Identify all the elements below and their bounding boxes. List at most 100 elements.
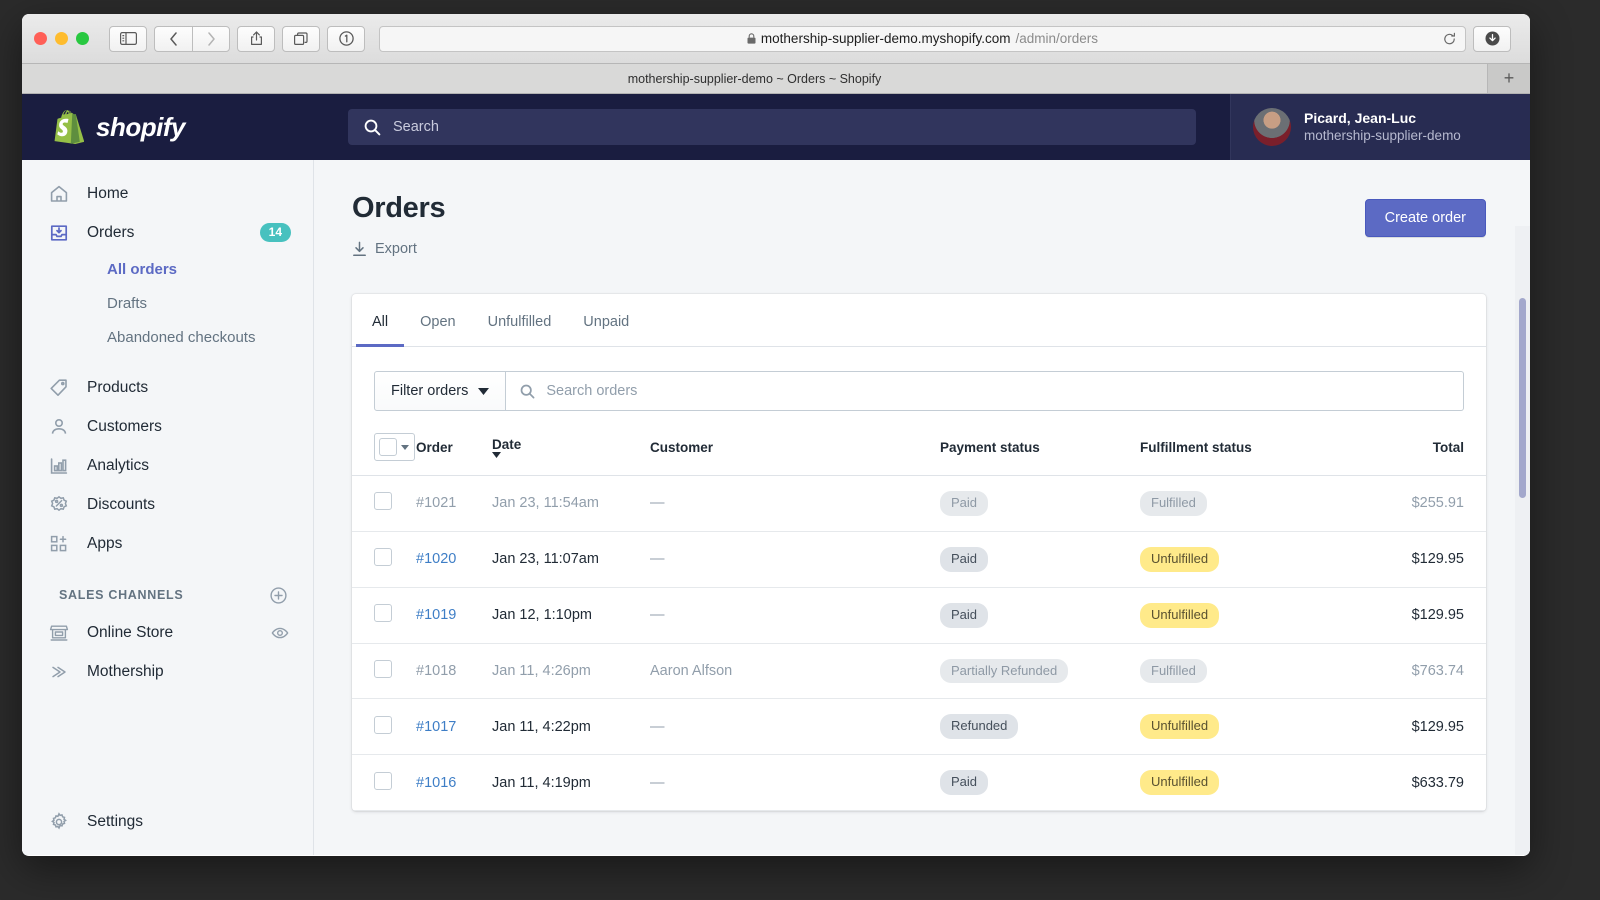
row-checkbox[interactable]: [374, 492, 392, 511]
cell-total: $129.95: [1340, 531, 1486, 588]
table-row[interactable]: #1016 Jan 11, 4:19pm — Paid Unfulfilled $633.…: [352, 754, 1486, 812]
row-checkbox[interactable]: [374, 715, 392, 734]
column-header-date[interactable]: Date: [492, 411, 650, 476]
orders-search-input[interactable]: Search orders: [506, 371, 1464, 411]
select-all-checkbox[interactable]: [374, 433, 415, 461]
cell-date: Jan 11, 4:19pm: [492, 754, 650, 812]
cell-order: #1016: [416, 754, 492, 812]
sidebar-item-settings[interactable]: Settings: [22, 802, 313, 841]
order-link[interactable]: #1020: [416, 551, 456, 567]
search-icon: [520, 384, 535, 399]
column-header-payment-status[interactable]: Payment status: [940, 411, 1140, 476]
sidebar-item-label: Home: [87, 184, 129, 202]
table-row[interactable]: #1017 Jan 11, 4:22pm — Refunded Unfulfilled $…: [352, 698, 1486, 756]
sidebar-item-discounts[interactable]: Discounts: [22, 485, 313, 524]
sidebar-item-products[interactable]: Products: [22, 368, 313, 407]
row-checkbox[interactable]: [374, 659, 392, 678]
cell-customer: —: [650, 531, 940, 588]
table-row[interactable]: #1020 Jan 23, 11:07am — Paid Unfulfilled $129…: [352, 531, 1486, 588]
column-header-order[interactable]: Order: [416, 411, 492, 476]
order-link[interactable]: #1017: [416, 719, 456, 735]
sidebar-item-home[interactable]: Home: [22, 174, 313, 213]
sidebar-item-online-store[interactable]: Online Store: [22, 613, 313, 652]
sidebar-subitem-abandoned-checkouts[interactable]: Abandoned checkouts: [22, 320, 313, 354]
global-search-wrap: Search: [314, 94, 1230, 160]
fulfillment-status-badge: Unfulfilled: [1140, 714, 1220, 740]
url-text: mothership-supplier-demo.myshopify.com/a…: [747, 31, 1098, 46]
order-link[interactable]: #1021: [416, 495, 456, 511]
mothership-arrow-icon: [48, 661, 70, 683]
row-checkbox-cell: [352, 531, 416, 588]
sidebar-subitem-label: Abandoned checkouts: [107, 328, 256, 346]
table-header-row: Order Date Customer Payment status Fulfi…: [352, 411, 1486, 476]
share-icon[interactable]: [237, 25, 275, 52]
sidebar-subitem-drafts[interactable]: Drafts: [22, 286, 313, 320]
order-link[interactable]: #1019: [416, 607, 456, 623]
minimize-window-button[interactable]: [55, 32, 68, 45]
column-header-fulfillment-status[interactable]: Fulfillment status: [1140, 411, 1340, 476]
search-icon: [364, 119, 381, 136]
sidebar-item-label: Discounts: [87, 495, 156, 513]
create-order-button[interactable]: Create order: [1364, 199, 1486, 237]
cell-date: Jan 23, 11:54am: [492, 475, 650, 532]
tab-open[interactable]: Open: [404, 294, 471, 347]
close-window-button[interactable]: [34, 32, 47, 45]
downloads-icon[interactable]: [1473, 25, 1511, 52]
row-checkbox[interactable]: [374, 771, 392, 790]
row-checkbox-cell: [352, 754, 416, 812]
export-button[interactable]: Export: [352, 241, 417, 257]
tab-unfulfilled[interactable]: Unfulfilled: [472, 294, 568, 347]
sidebar-toggle-icon[interactable]: [109, 25, 147, 52]
user-menu[interactable]: Picard, Jean-Luc mothership-supplier-dem…: [1230, 94, 1530, 160]
reload-icon[interactable]: [1443, 32, 1456, 45]
tab-unpaid[interactable]: Unpaid: [567, 294, 645, 347]
cell-total: $129.95: [1340, 587, 1486, 644]
tab-overview-icon[interactable]: [282, 25, 320, 52]
address-bar[interactable]: mothership-supplier-demo.myshopify.com/a…: [379, 25, 1466, 52]
table-row[interactable]: #1018 Jan 11, 4:26pm Aaron Alfson Partially…: [352, 643, 1486, 700]
table-row[interactable]: #1021 Jan 23, 11:54am — Paid Fulfilled $255.9…: [352, 475, 1486, 532]
onepassword-icon[interactable]: [327, 25, 365, 52]
cell-fulfillment-status: Fulfilled: [1140, 475, 1340, 532]
chevron-down-icon[interactable]: [401, 444, 409, 450]
orders-icon: [48, 222, 70, 244]
order-link[interactable]: #1016: [416, 775, 456, 791]
home-icon: [48, 183, 70, 205]
cell-customer: Aaron Alfson: [650, 643, 940, 700]
browser-toolbar: mothership-supplier-demo.myshopify.com/a…: [22, 14, 1530, 64]
tab-all[interactable]: All: [356, 294, 405, 347]
url-path: /admin/orders: [1015, 31, 1099, 46]
new-tab-button[interactable]: +: [1488, 64, 1530, 93]
table-row[interactable]: #1019 Jan 12, 1:10pm — Paid Unfulfilled $129.…: [352, 587, 1486, 644]
sidebar-item-apps[interactable]: Apps: [22, 524, 313, 563]
eye-icon[interactable]: [269, 622, 291, 644]
cell-fulfillment-status: Unfulfilled: [1140, 754, 1340, 812]
column-header-total[interactable]: Total: [1340, 411, 1486, 476]
page-scrollbar-track[interactable]: [1515, 226, 1530, 855]
add-sales-channel-icon[interactable]: [270, 586, 287, 604]
global-search-input[interactable]: Search: [348, 109, 1196, 145]
maximize-window-button[interactable]: [76, 32, 89, 45]
sidebar-item-analytics[interactable]: Analytics: [22, 446, 313, 485]
customer-name: Aaron Alfson: [650, 662, 733, 679]
sidebar-item-label: Products: [87, 378, 149, 396]
page-scrollbar-thumb[interactable]: [1519, 298, 1526, 498]
sidebar-subitem-all-orders[interactable]: All orders: [22, 252, 313, 286]
checkbox-box[interactable]: [379, 438, 397, 456]
shopify-logo[interactable]: shopify: [22, 94, 314, 160]
payment-status-badge: Refunded: [940, 714, 1019, 740]
sidebar-settings-section: Settings: [22, 802, 313, 855]
filter-orders-button[interactable]: Filter orders: [374, 371, 507, 411]
row-checkbox[interactable]: [374, 548, 392, 567]
column-header-customer[interactable]: Customer: [650, 411, 940, 476]
browser-tab-active[interactable]: mothership-supplier-demo ~ Orders ~ Shop…: [22, 64, 1488, 93]
cell-total: $255.91: [1340, 475, 1486, 532]
order-link[interactable]: #1018: [416, 663, 456, 679]
row-checkbox[interactable]: [374, 604, 392, 623]
forward-button[interactable]: [192, 25, 230, 52]
sidebar-item-orders[interactable]: Orders 14: [22, 213, 313, 252]
sidebar-item-customers[interactable]: Customers: [22, 407, 313, 446]
back-button[interactable]: [154, 25, 192, 52]
sidebar-item-mothership[interactable]: Mothership: [22, 652, 313, 691]
